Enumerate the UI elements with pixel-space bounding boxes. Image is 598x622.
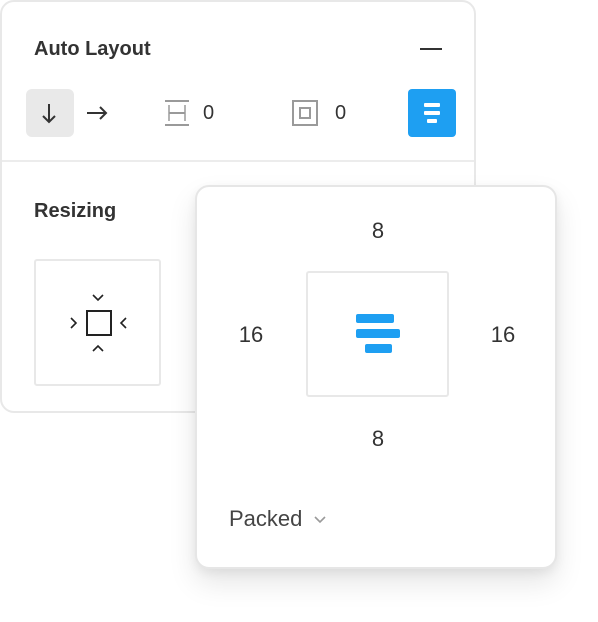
- collapse-button[interactable]: [416, 36, 446, 62]
- alignment-center-control[interactable]: [306, 271, 449, 397]
- alignment-popover: 8 16 16 8 Packed: [195, 185, 557, 569]
- auto-layout-title: Auto Layout: [34, 38, 151, 60]
- align-center-icon: [424, 103, 440, 123]
- resizing-control[interactable]: [34, 259, 161, 386]
- alignment-button[interactable]: [408, 89, 456, 137]
- arrow-right-icon: [87, 106, 108, 120]
- padding-right-input[interactable]: 16: [473, 320, 533, 350]
- minus-icon: [420, 48, 442, 50]
- direction-horizontal-button[interactable]: [82, 89, 116, 137]
- chevron-down-icon: [314, 516, 326, 524]
- item-spacing-icon: [165, 100, 189, 126]
- resizing-title: Resizing: [34, 200, 117, 222]
- direction-vertical-button[interactable]: [26, 89, 74, 137]
- padding-left-input[interactable]: 16: [221, 320, 281, 350]
- resize-hug-icon: [70, 294, 127, 352]
- distribution-mode-select[interactable]: Packed: [229, 502, 328, 536]
- item-spacing-input[interactable]: 0: [203, 99, 233, 127]
- padding-bottom-input[interactable]: 8: [348, 424, 408, 454]
- padding-input[interactable]: 0: [335, 99, 365, 127]
- distribution-mode-label: Packed: [229, 506, 303, 531]
- padding-top-input[interactable]: 8: [348, 216, 408, 246]
- arrow-down-icon: [42, 104, 56, 124]
- section-divider: [2, 160, 474, 162]
- align-center-icon: [356, 314, 400, 353]
- padding-icon: [292, 100, 318, 126]
